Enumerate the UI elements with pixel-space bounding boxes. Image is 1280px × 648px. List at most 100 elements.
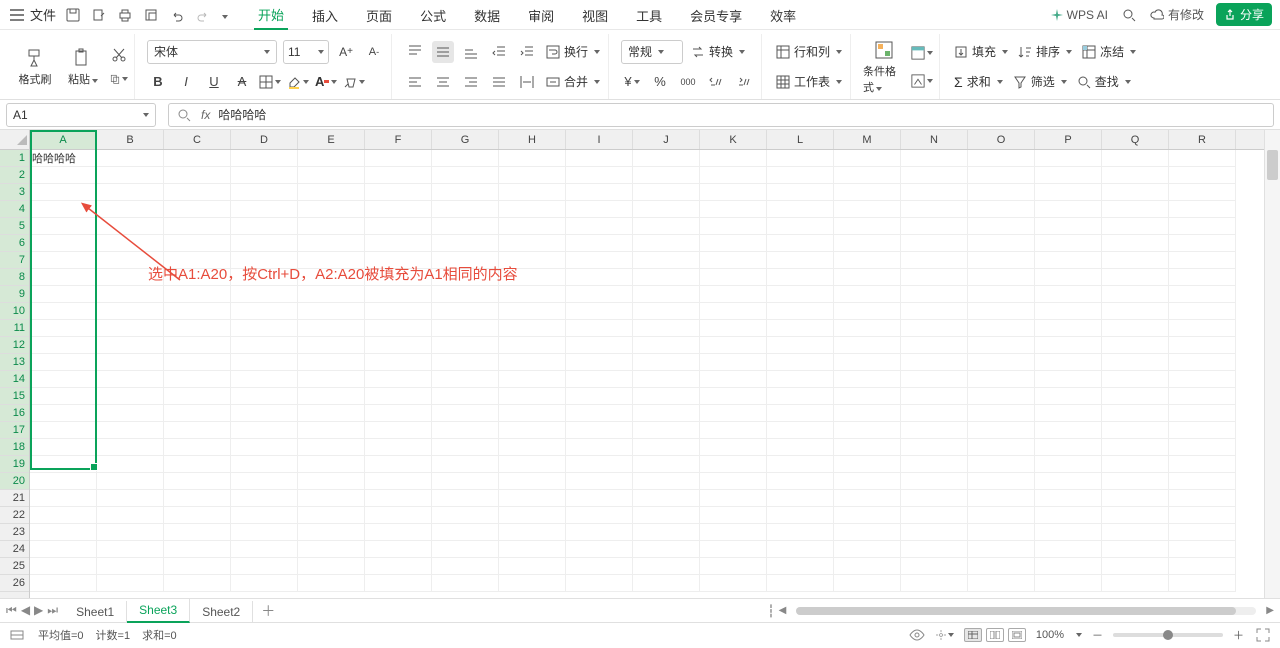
cell[interactable] <box>499 575 566 592</box>
cell[interactable] <box>767 473 834 490</box>
cell[interactable] <box>365 201 432 218</box>
rows-cols-button[interactable]: 行和列 <box>774 43 844 60</box>
cell[interactable] <box>164 150 231 167</box>
row-header-23[interactable]: 23 <box>0 524 29 541</box>
cell[interactable] <box>767 507 834 524</box>
cell[interactable] <box>432 235 499 252</box>
cell[interactable] <box>767 235 834 252</box>
row-header-9[interactable]: 9 <box>0 286 29 303</box>
cell[interactable] <box>365 422 432 439</box>
cell[interactable] <box>231 150 298 167</box>
cell[interactable] <box>231 218 298 235</box>
cell[interactable] <box>901 490 968 507</box>
cell[interactable] <box>767 252 834 269</box>
cell[interactable] <box>767 439 834 456</box>
currency-icon[interactable]: ¥ <box>621 71 643 93</box>
cell[interactable] <box>432 490 499 507</box>
cell[interactable] <box>1169 422 1236 439</box>
cell[interactable] <box>1035 337 1102 354</box>
cell[interactable] <box>1035 167 1102 184</box>
cell[interactable] <box>767 150 834 167</box>
col-header-H[interactable]: H <box>499 130 566 149</box>
cell-style-icon[interactable] <box>911 70 933 92</box>
search-icon[interactable] <box>1120 6 1138 24</box>
nav-last-icon[interactable]: ⏭ <box>47 603 58 618</box>
cell[interactable] <box>499 388 566 405</box>
wrap-text-button[interactable]: 换行 <box>544 43 602 60</box>
cell[interactable] <box>901 150 968 167</box>
cell[interactable] <box>968 337 1035 354</box>
cell[interactable] <box>700 558 767 575</box>
cell[interactable] <box>901 201 968 218</box>
row-header-18[interactable]: 18 <box>0 439 29 456</box>
borders-icon[interactable] <box>259 71 281 93</box>
cell[interactable] <box>633 405 700 422</box>
cell[interactable] <box>499 218 566 235</box>
quick-access-icon[interactable] <box>142 6 160 24</box>
cell[interactable] <box>633 524 700 541</box>
cell[interactable] <box>700 575 767 592</box>
cell[interactable] <box>97 541 164 558</box>
cell[interactable] <box>499 524 566 541</box>
cell[interactable] <box>633 320 700 337</box>
cell[interactable] <box>365 405 432 422</box>
cell[interactable] <box>566 371 633 388</box>
cell[interactable] <box>365 303 432 320</box>
cell[interactable] <box>298 558 365 575</box>
share-button[interactable]: 分享 <box>1216 3 1272 26</box>
row-header-8[interactable]: 8 <box>0 269 29 286</box>
cell[interactable] <box>432 371 499 388</box>
cell[interactable] <box>834 320 901 337</box>
cell[interactable] <box>834 473 901 490</box>
print-icon[interactable] <box>116 6 134 24</box>
cell[interactable] <box>1102 218 1169 235</box>
zoom-out-icon[interactable]: － <box>1092 627 1103 643</box>
cell[interactable] <box>97 354 164 371</box>
cell[interactable] <box>432 558 499 575</box>
cell[interactable] <box>968 235 1035 252</box>
col-header-B[interactable]: B <box>97 130 164 149</box>
cell[interactable] <box>700 524 767 541</box>
cell[interactable] <box>633 201 700 218</box>
cell[interactable] <box>1169 473 1236 490</box>
cell[interactable] <box>767 524 834 541</box>
strikethrough-icon[interactable]: A <box>231 71 253 93</box>
justify-icon[interactable] <box>488 71 510 93</box>
cell[interactable] <box>700 456 767 473</box>
cell[interactable] <box>700 218 767 235</box>
cell[interactable] <box>231 371 298 388</box>
cell[interactable] <box>767 218 834 235</box>
page-view-icon[interactable] <box>986 628 1004 642</box>
cell[interactable] <box>566 473 633 490</box>
cell[interactable] <box>365 558 432 575</box>
cell[interactable] <box>499 422 566 439</box>
menu-效率[interactable]: 效率 <box>766 0 800 29</box>
cell[interactable] <box>231 388 298 405</box>
cell[interactable] <box>1035 490 1102 507</box>
cell[interactable] <box>1169 354 1236 371</box>
cell[interactable] <box>968 167 1035 184</box>
menu-会员专享[interactable]: 会员专享 <box>686 0 746 29</box>
qat-dropdown-icon[interactable] <box>220 8 228 22</box>
cell[interactable] <box>365 371 432 388</box>
redo-icon[interactable] <box>194 6 212 24</box>
cell[interactable] <box>97 388 164 405</box>
cell[interactable] <box>432 303 499 320</box>
col-header-F[interactable]: F <box>365 130 432 149</box>
cell[interactable] <box>566 575 633 592</box>
row-header-10[interactable]: 10 <box>0 303 29 320</box>
cell[interactable] <box>499 490 566 507</box>
add-sheet-button[interactable]: ＋ <box>253 601 283 621</box>
cell[interactable] <box>566 303 633 320</box>
cell[interactable] <box>298 354 365 371</box>
row-header-13[interactable]: 13 <box>0 354 29 371</box>
cell[interactable] <box>834 507 901 524</box>
cell[interactable] <box>834 422 901 439</box>
col-header-E[interactable]: E <box>298 130 365 149</box>
col-header-G[interactable]: G <box>432 130 499 149</box>
underline-icon[interactable]: U <box>203 71 225 93</box>
cell[interactable] <box>633 286 700 303</box>
cell[interactable] <box>767 337 834 354</box>
cell[interactable] <box>901 439 968 456</box>
row-header-1[interactable]: 1 <box>0 150 29 167</box>
